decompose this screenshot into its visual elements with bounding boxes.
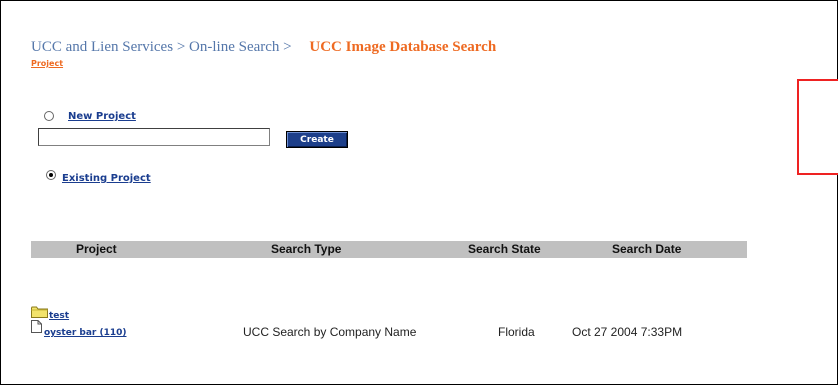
table-header: Project Search Type Search State Search … (31, 241, 747, 258)
column-header-search-state: Search State (468, 242, 541, 256)
document-icon (31, 320, 42, 333)
new-project-link[interactable]: New Project (68, 111, 136, 122)
search-type-cell: UCC Search by Company Name (243, 325, 417, 339)
page-frame: UCC and Lien Services > On-line Search >… (0, 0, 838, 385)
create-button[interactable]: Create (286, 131, 348, 148)
column-header-search-type: Search Type (271, 242, 342, 256)
existing-project-radio[interactable] (46, 170, 56, 180)
new-project-radio[interactable] (44, 111, 54, 121)
new-project-name-input[interactable] (38, 128, 270, 146)
breadcrumb: UCC and Lien Services > On-line Search >… (31, 39, 496, 56)
search-date-cell: Oct 27 2004 7:33PM (572, 325, 683, 339)
project-link[interactable]: oyster bar (110) (44, 328, 127, 338)
folder-icon[interactable] (31, 306, 48, 318)
existing-project-link[interactable]: Existing Project (62, 173, 151, 184)
folder-link[interactable]: test (49, 311, 69, 321)
breadcrumb-separator: > (176, 39, 186, 55)
breadcrumb-online-search[interactable]: On-line Search (189, 39, 279, 55)
search-state-cell: Florida (498, 325, 535, 339)
column-header-search-date: Search Date (612, 242, 682, 256)
page-title: UCC Image Database Search (309, 39, 497, 55)
breadcrumb-ucc-lien-services[interactable]: UCC and Lien Services (31, 39, 173, 55)
section-subtitle: Project (31, 59, 64, 68)
column-header-project: Project (76, 242, 117, 256)
highlight-box (797, 79, 838, 175)
breadcrumb-separator: > (283, 39, 292, 55)
